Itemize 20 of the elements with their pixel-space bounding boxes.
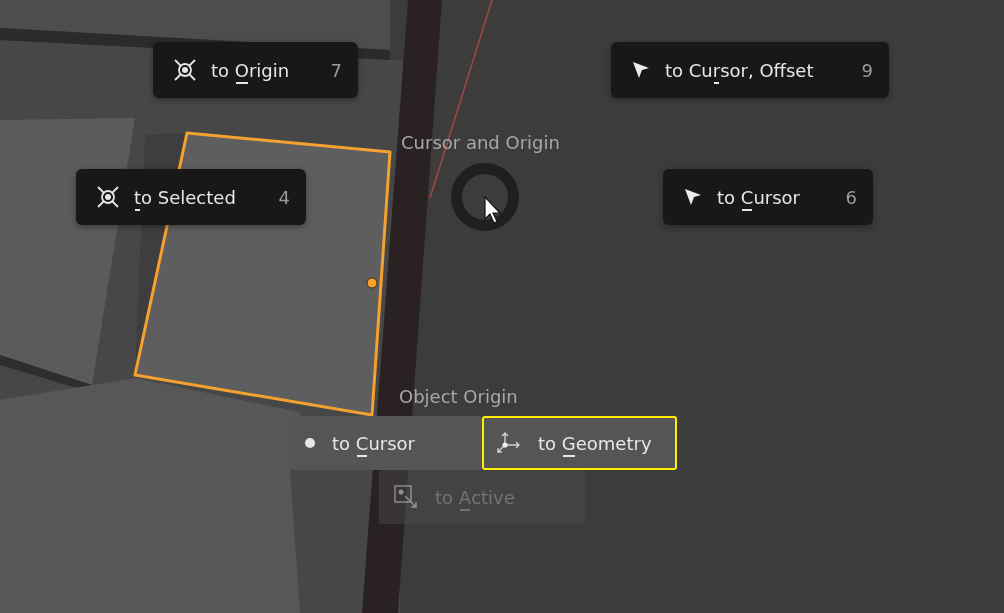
- target-icon: [173, 58, 197, 82]
- menu-item[interactable]: to Geometry: [482, 416, 677, 470]
- axes-icon: [496, 430, 522, 456]
- section-title: Object Origin: [399, 385, 518, 409]
- target-icon: [96, 185, 120, 209]
- origin-point: [366, 277, 378, 289]
- dot-icon: [304, 437, 316, 449]
- shortcut-key: 6: [845, 183, 857, 211]
- shortcut-key: 9: [861, 56, 873, 84]
- pointer-icon: [683, 187, 703, 207]
- pie-menu-item[interactable]: to Cursor, Offset 9: [611, 42, 889, 98]
- pie-menu-item[interactable]: to Selected 4: [76, 169, 306, 225]
- menu-item[interactable]: to Cursor: [290, 416, 482, 470]
- shortcut-key: 7: [330, 56, 342, 84]
- pointer-icon: [631, 60, 651, 80]
- square-arrow-icon: [393, 484, 419, 510]
- mouse-pointer-icon: [484, 196, 504, 226]
- pie-menu-item[interactable]: to Cursor 6: [663, 169, 873, 225]
- shortcut-key: 4: [278, 183, 290, 211]
- pie-menu-item[interactable]: to Origin 7: [153, 42, 358, 98]
